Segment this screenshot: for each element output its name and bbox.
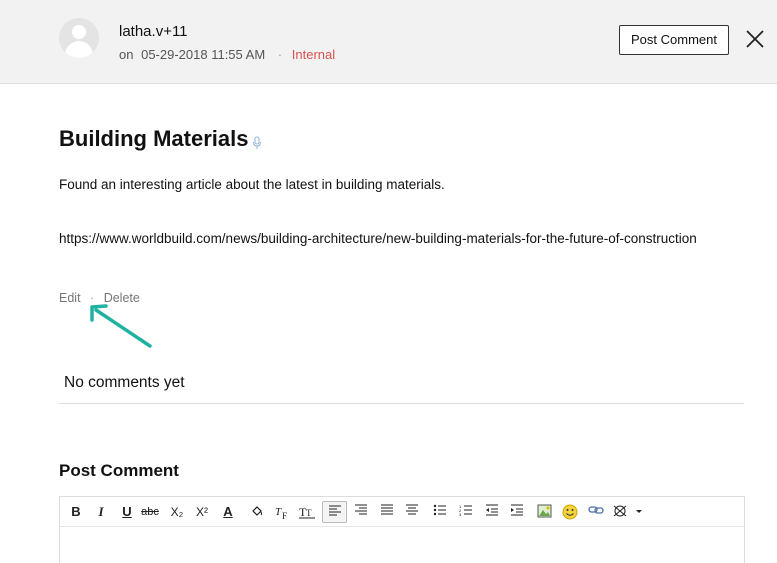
comment-editor[interactable]: B I U abc X₂ X² A TF TT 123 [59,496,745,563]
outdent-icon[interactable] [482,501,502,523]
post-meta: on 05-29-2018 11:55 AM · Internal [119,47,335,62]
edit-link[interactable]: Edit [59,291,81,305]
post-comment-heading: Post Comment [59,461,179,480]
article-title: Building Materials [59,126,249,151]
italic-button[interactable]: I [91,501,111,523]
post-comment-button[interactable]: Post Comment [619,25,729,55]
insert-link-icon[interactable] [586,501,606,523]
ticket-header: latha.v+11 on 05-29-2018 11:55 AM · Inte… [0,0,777,84]
bold-button[interactable]: B [66,501,86,523]
svg-text:T: T [306,508,312,518]
numbered-list-icon[interactable]: 123 [456,501,476,523]
align-left-icon[interactable] [322,501,347,523]
emoji-icon[interactable] [560,501,580,523]
meta-separator: · [277,47,283,62]
article-body: Found an interesting article about the l… [59,177,445,192]
align-center-icon[interactable] [402,501,422,523]
divider [59,403,744,404]
font-family-icon[interactable]: TF [272,501,292,523]
align-right-icon[interactable] [351,501,371,523]
font-size-icon[interactable]: TT [297,501,317,523]
background-color-icon[interactable] [247,501,267,523]
pointer-arrow-icon [90,304,152,348]
strikethrough-button[interactable]: abc [140,501,160,523]
font-color-button[interactable]: A [218,501,238,523]
superscript-button[interactable]: X² [192,501,212,523]
close-icon[interactable] [743,27,767,51]
on-label: on [119,47,134,62]
justify-icon[interactable] [377,501,397,523]
no-comments-text: No comments yet [64,374,185,391]
more-options-icon[interactable] [611,501,643,523]
post-date: 05-29-2018 11:55 AM [141,47,266,62]
author-name[interactable]: latha.v+11 [119,23,188,40]
insert-image-icon[interactable] [534,501,554,523]
bullet-list-icon[interactable] [430,501,450,523]
indent-icon[interactable] [507,501,527,523]
visibility-badge: Internal [291,47,336,62]
avatar [59,18,99,58]
subscript-button[interactable]: X₂ [167,501,187,523]
article-link[interactable]: https://www.worldbuild.com/news/building… [59,226,699,251]
svg-text:T: T [275,506,282,518]
underline-button[interactable]: U [117,501,137,523]
svg-text:3: 3 [459,512,462,516]
microphone-icon[interactable] [252,136,262,150]
editor-toolbar: B I U abc X₂ X² A TF TT 123 [60,497,744,527]
svg-text:F: F [282,511,287,520]
